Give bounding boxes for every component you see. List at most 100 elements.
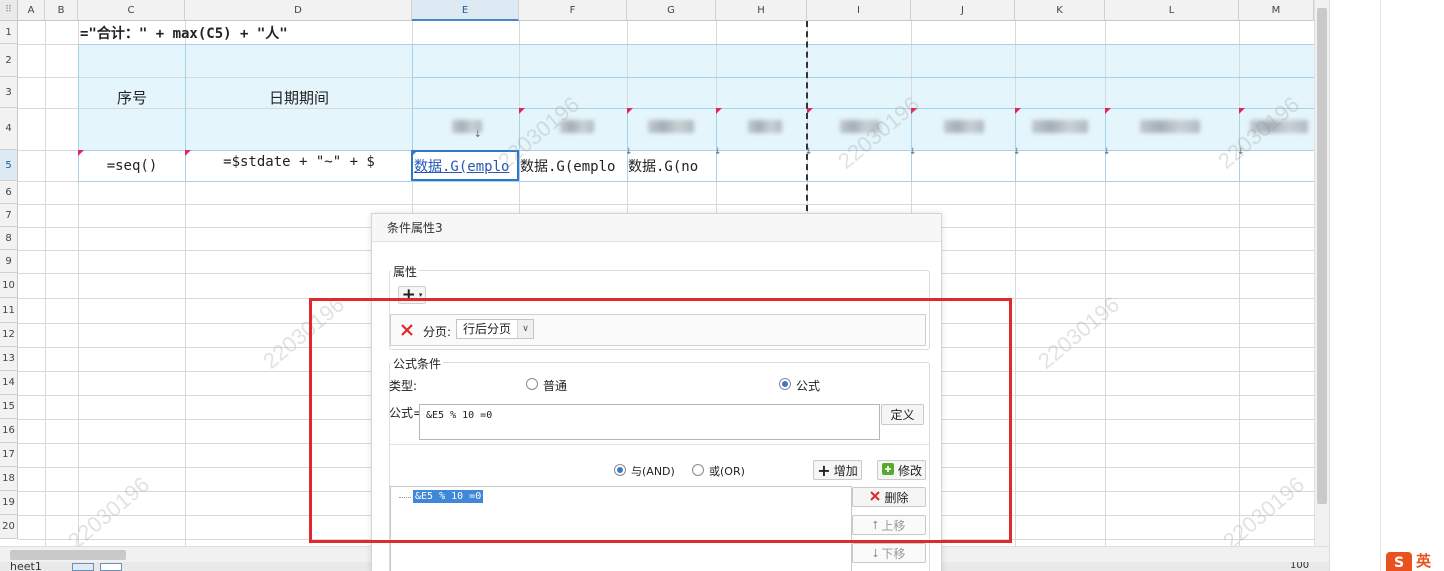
row-header-5[interactable]: 5	[0, 150, 18, 181]
blurred-header-text	[560, 120, 594, 133]
row-header-10[interactable]: 10	[0, 273, 18, 298]
row-header-17[interactable]: 17	[0, 443, 18, 467]
blurred-header-text	[648, 120, 694, 133]
plus-icon: +	[817, 460, 831, 480]
column-header-a[interactable]: A	[18, 0, 45, 21]
row-header-9[interactable]: 9	[0, 250, 18, 273]
row-header-4[interactable]: 4	[0, 108, 18, 150]
watermark: 22030196	[258, 291, 350, 374]
active-cell-selection[interactable]	[411, 150, 519, 181]
add-attribute-button[interactable]: + ▾	[398, 285, 426, 305]
logic-and-label: 与(AND)	[631, 465, 675, 478]
blurred-header-text	[944, 120, 984, 133]
row-header-12[interactable]: 12	[0, 323, 18, 347]
delete-condition-button[interactable]: 删除	[852, 487, 926, 507]
watermark: 22030196	[63, 471, 155, 546]
expand-down-icon: ↓	[625, 147, 633, 157]
select-all-corner[interactable]: ⠿	[0, 0, 18, 21]
table-border	[78, 181, 1314, 182]
row-header-13[interactable]: 13	[0, 347, 18, 371]
cell-marker-icon	[627, 108, 633, 114]
zoom-level[interactable]: 100	[1290, 562, 1309, 571]
grid-line	[18, 204, 1314, 205]
add-condition-button[interactable]: + 增加	[813, 460, 862, 480]
row-header-2[interactable]: 2	[0, 44, 18, 77]
logic-and-radio[interactable]	[614, 464, 626, 476]
column-header-h[interactable]: H	[716, 0, 807, 21]
column-header-e[interactable]: E	[412, 0, 519, 21]
expand-down-icon: ↓	[1013, 147, 1021, 157]
expand-down-icon: ↓	[714, 147, 722, 157]
cell-marker-icon	[911, 108, 917, 114]
cell-c1-total-formula[interactable]: ="合计：" + max(C5) + "人"	[80, 22, 410, 44]
dialog-title: 条件属性3	[372, 214, 941, 242]
column-header-b[interactable]: B	[45, 0, 78, 21]
horizontal-scroll-thumb[interactable]	[10, 550, 126, 560]
column-header-g[interactable]: G	[627, 0, 716, 21]
page-view-icon[interactable]	[100, 563, 122, 571]
pagebreak-value: 行后分页	[463, 322, 512, 336]
row-header-3[interactable]: 3	[0, 77, 18, 108]
expand-down-icon: ↓	[1237, 147, 1245, 157]
row-header-20[interactable]: 20	[0, 515, 18, 539]
row-header-15[interactable]: 15	[0, 395, 18, 419]
row-header-16[interactable]: 16	[0, 419, 18, 443]
remove-attribute-icon[interactable]	[399, 322, 415, 338]
watermark: 22030196	[1218, 471, 1310, 546]
blurred-header-text	[1140, 120, 1200, 133]
vertical-scrollbar[interactable]	[1314, 0, 1329, 546]
move-down-button[interactable]: ⭣ 下移	[852, 543, 926, 563]
arrow-down-icon: ⭣	[872, 545, 879, 560]
ime-indicator[interactable]: 英	[1416, 550, 1431, 571]
row-header-7[interactable]: 7	[0, 204, 18, 227]
vertical-scroll-thumb[interactable]	[1317, 8, 1327, 504]
column-header-f[interactable]: F	[519, 0, 627, 21]
column-header-d[interactable]: D	[185, 0, 412, 21]
blurred-header-text	[1032, 120, 1088, 133]
cell-date-period-header[interactable]: 日期期间	[186, 45, 412, 150]
column-header-j[interactable]: J	[911, 0, 1015, 21]
row-header-19[interactable]: 19	[0, 491, 18, 515]
formula-condition-label: 公式条件	[391, 355, 444, 372]
cell-marker-icon	[1015, 108, 1021, 114]
row-header-1[interactable]: 1	[0, 21, 18, 44]
table-border	[716, 108, 717, 181]
logic-or-radio[interactable]	[692, 464, 704, 476]
column-header-k[interactable]: K	[1015, 0, 1105, 21]
plus-icon: +	[401, 285, 416, 305]
row-header-18[interactable]: 18	[0, 467, 18, 491]
condition-list-item[interactable]: &E5 % 10 =0	[413, 490, 484, 503]
column-header-c[interactable]: C	[78, 0, 185, 21]
cell-serial-header[interactable]: 序号	[79, 45, 185, 150]
column-header-m[interactable]: M	[1239, 0, 1314, 21]
arrow-up-icon: ⭡	[872, 517, 879, 532]
table-border	[412, 108, 1314, 109]
column-header-l[interactable]: L	[1105, 0, 1239, 21]
modify-condition-button[interactable]: 修改	[877, 460, 926, 480]
row-header-6[interactable]: 6	[0, 181, 18, 204]
row-header-8[interactable]: 8	[0, 227, 18, 250]
cell-marker-icon	[1239, 108, 1245, 114]
row-header-14[interactable]: 14	[0, 371, 18, 395]
cell-f5-data[interactable]: 数据.G(emplo	[520, 151, 626, 181]
sheet-tab[interactable]: heet1	[10, 562, 42, 571]
formula-label: 公式=	[389, 406, 424, 420]
blurred-header-text	[748, 120, 782, 133]
pagebreak-select[interactable]: 行后分页 ∨	[456, 319, 534, 339]
table-border	[1015, 108, 1016, 181]
close-icon	[869, 490, 881, 505]
cell-d5-date-formula[interactable]: =$stdate + "~" + $	[186, 151, 412, 173]
formula-input[interactable]: &E5 % 10 =0	[419, 404, 880, 440]
sogou-logo-icon[interactable]: S	[1386, 552, 1412, 571]
type-formula-radio[interactable]	[779, 378, 791, 390]
cell-c5-seq[interactable]: =seq()	[79, 151, 185, 181]
row-header-11[interactable]: 11	[0, 298, 18, 323]
move-up-button[interactable]: ⭡ 上移	[852, 515, 926, 535]
type-normal-radio[interactable]	[526, 378, 538, 390]
cell-g5-data[interactable]: 数据.G(no	[628, 151, 716, 181]
define-button[interactable]: 定义	[881, 404, 924, 425]
condition-list[interactable]: &E5 % 10 =0	[390, 486, 852, 571]
normal-view-icon[interactable]	[72, 563, 94, 571]
page-break-line	[806, 21, 808, 211]
column-header-i[interactable]: I	[807, 0, 911, 21]
